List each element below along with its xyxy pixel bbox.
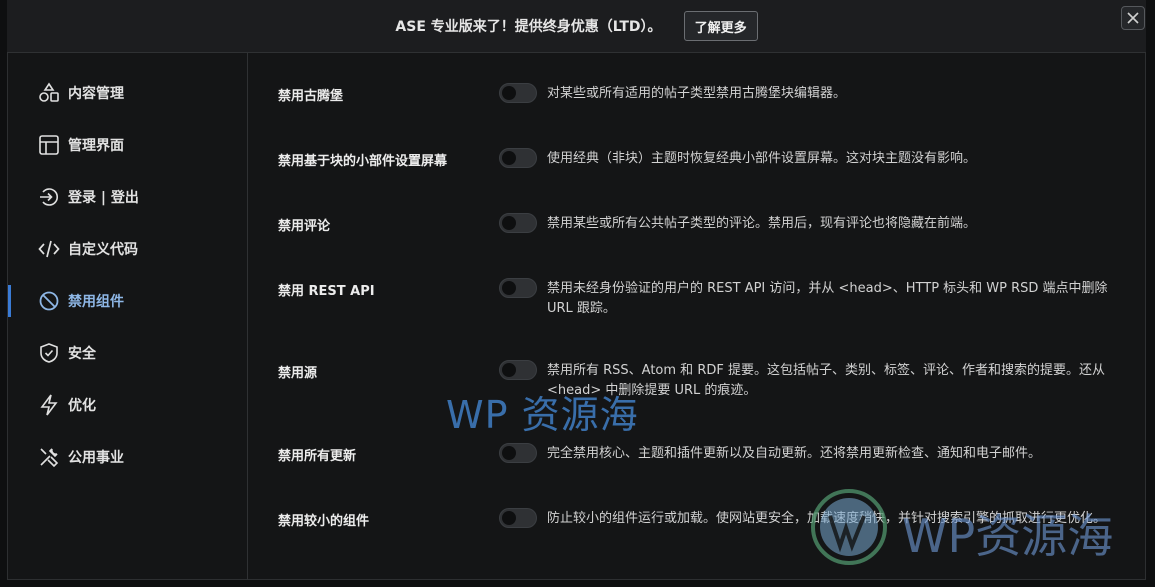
- close-icon[interactable]: [1121, 6, 1145, 30]
- toggle-knob: [502, 511, 516, 525]
- tools-icon: [38, 446, 60, 468]
- sidebar-item-custom-code[interactable]: 自定义代码: [8, 229, 247, 269]
- ban-icon: [38, 290, 60, 312]
- sidebar-item-label: 内容管理: [68, 86, 124, 102]
- sidebar-item-label: 优化: [68, 398, 96, 414]
- toggle-switch[interactable]: [499, 360, 537, 380]
- toggle-knob: [502, 363, 516, 377]
- setting-title: 禁用源: [278, 366, 318, 381]
- sidebar-item-utilities[interactable]: 公用事业: [8, 437, 247, 477]
- toggle-switch[interactable]: [499, 83, 537, 103]
- setting-title: 禁用 REST API: [278, 284, 375, 299]
- setting-title: 禁用评论: [278, 219, 331, 234]
- sidebar-item-label: 管理界面: [68, 138, 124, 154]
- sidebar-item-label: 安全: [68, 346, 96, 362]
- setting-title: 禁用古腾堡: [278, 89, 344, 104]
- wordpress-logo-icon: [811, 489, 887, 565]
- toggle-knob: [502, 281, 516, 295]
- sidebar-item-label: 公用事业: [68, 450, 124, 466]
- watermark-text: WP资源海: [902, 509, 1114, 563]
- sidebar-item-admin-interface[interactable]: 管理界面: [8, 125, 247, 165]
- toggle-switch[interactable]: [499, 508, 537, 528]
- code-icon: [38, 238, 60, 260]
- layout-icon: [38, 134, 60, 156]
- sidebar-nav: 内容管理 管理界面 登录 | 登出 自定义代码 禁用组件 安全 优化 公用事业: [8, 53, 248, 580]
- toggle-knob: [502, 216, 516, 230]
- login-icon: [38, 186, 60, 208]
- promo-text: ASE 专业版来了！提供终身优惠（LTD）。: [395, 19, 662, 35]
- sidebar-item-label: 登录 | 登出: [68, 190, 139, 206]
- promo-banner: ASE 专业版来了！提供终身优惠（LTD）。 了解更多: [7, 0, 1146, 53]
- sidebar-item-disable-components[interactable]: 禁用组件: [8, 281, 247, 321]
- bolt-icon: [38, 394, 60, 416]
- sidebar-item-security[interactable]: 安全: [8, 333, 247, 373]
- sidebar-item-label: 自定义代码: [68, 242, 138, 258]
- sidebar-item-optimization[interactable]: 优化: [8, 385, 247, 425]
- setting-description: 对某些或所有适用的帖子类型禁用古腾堡块编辑器。: [547, 86, 847, 101]
- setting-title: 禁用基于块的小部件设置屏幕: [278, 154, 448, 169]
- sidebar-item-login-logout[interactable]: 登录 | 登出: [8, 177, 247, 217]
- toggle-knob: [502, 446, 516, 460]
- toggle-switch[interactable]: [499, 213, 537, 233]
- toggle-knob: [502, 86, 516, 100]
- watermark-logo: WP资源海: [810, 488, 1113, 566]
- shield-icon: [38, 342, 60, 364]
- toggle-knob: [502, 151, 516, 165]
- sidebar-item-content[interactable]: 内容管理: [8, 73, 247, 113]
- setting-description: 完全禁用核心、主题和插件更新以及自动更新。还将禁用更新检查、通知和电子邮件。: [547, 446, 1042, 461]
- setting-description: 禁用某些或所有公共帖子类型的评论。禁用后，现有评论也将隐藏在前端。: [547, 216, 977, 231]
- toggle-switch[interactable]: [499, 443, 537, 463]
- shapes-icon: [38, 82, 60, 104]
- learn-more-button[interactable]: 了解更多: [683, 11, 758, 41]
- setting-title: 禁用较小的组件: [278, 514, 370, 529]
- setting-title: 禁用所有更新: [278, 449, 357, 464]
- toggle-switch[interactable]: [499, 148, 537, 168]
- sidebar-item-label: 禁用组件: [68, 294, 124, 310]
- setting-description: 使用经典（非块）主题时恢复经典小部件设置屏幕。这对块主题没有影响。: [547, 151, 977, 166]
- watermark-text: WP 资源海: [446, 393, 639, 437]
- toggle-switch[interactable]: [499, 278, 537, 298]
- setting-description: 禁用未经身份验证的用户的 REST API 访问，并从 <head>、HTTP …: [547, 281, 1108, 316]
